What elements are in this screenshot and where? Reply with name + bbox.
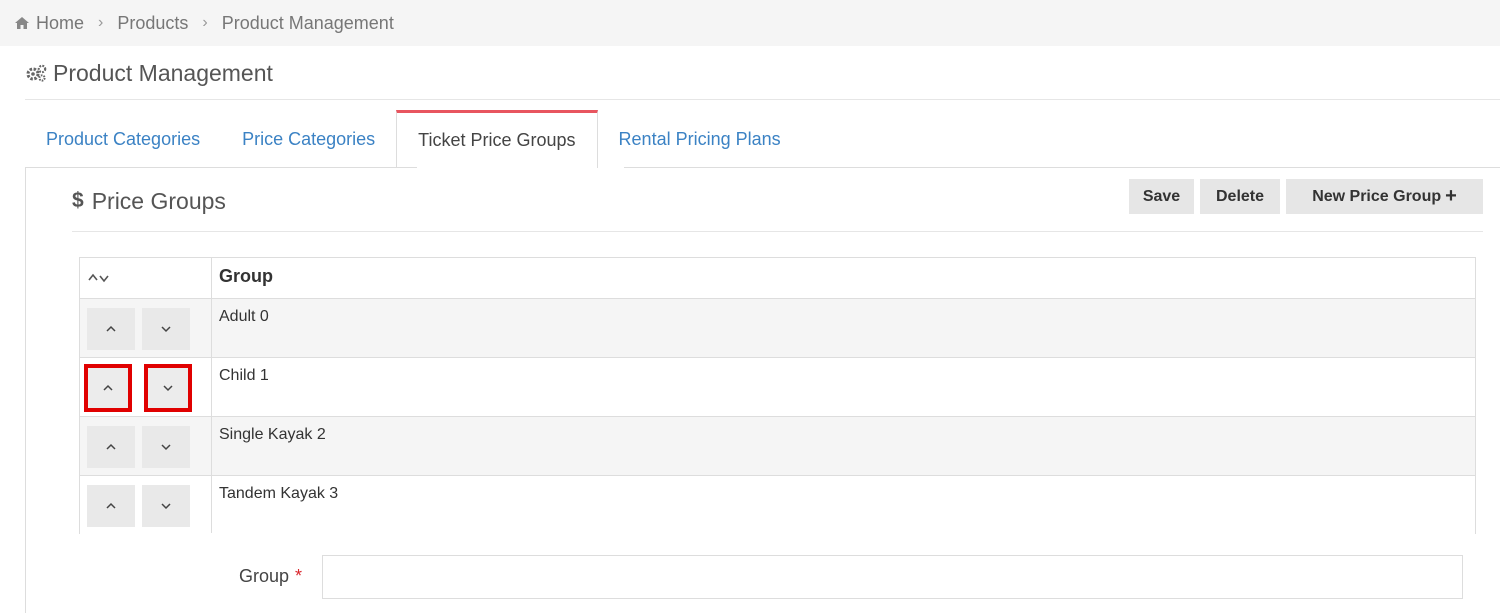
move-down-button[interactable]	[144, 364, 192, 412]
move-down-button[interactable]	[142, 485, 190, 527]
column-divider	[211, 258, 212, 533]
move-up-button[interactable]	[87, 308, 135, 350]
row-group-label: Adult 0	[219, 308, 269, 325]
group-field-label: Group *	[239, 566, 302, 587]
group-input[interactable]	[322, 555, 1463, 599]
move-up-button[interactable]	[84, 364, 132, 412]
chevron-up-icon	[106, 502, 116, 509]
move-down-button[interactable]	[142, 426, 190, 468]
row-group-label: Child 1	[219, 367, 269, 384]
breadcrumb-products-link[interactable]: Products	[117, 13, 188, 34]
table-row[interactable]: Adult 0	[80, 298, 1475, 357]
sort-order-icon[interactable]	[88, 270, 112, 286]
chevron-up-icon	[106, 443, 116, 450]
grid-header: Group	[80, 258, 1475, 298]
delete-button[interactable]: Delete	[1200, 179, 1280, 214]
tab-underline	[624, 167, 1500, 168]
header-divider	[25, 99, 1500, 100]
tab-ticket-price-groups[interactable]: Ticket Price Groups	[396, 110, 598, 168]
new-price-group-label: New Price Group	[1312, 187, 1442, 205]
chevron-up-icon	[103, 384, 113, 391]
page-title: Product Management	[25, 56, 273, 90]
column-header-group[interactable]: Group	[219, 266, 273, 287]
chevron-up-icon	[106, 325, 116, 332]
tab-product-categories[interactable]: Product Categories	[25, 110, 221, 168]
breadcrumb-separator: ›	[98, 14, 104, 31]
breadcrumb-separator: ›	[202, 14, 208, 31]
tab-price-categories[interactable]: Price Categories	[221, 110, 396, 168]
plus-icon: +	[1445, 185, 1457, 207]
breadcrumb-current: Product Management	[221, 12, 394, 33]
gears-icon	[26, 64, 47, 82]
table-row[interactable]: Tandem Kayak 3	[80, 475, 1475, 534]
move-up-button[interactable]	[87, 485, 135, 527]
section-title-text: Price Groups	[91, 187, 226, 214]
section-divider	[72, 231, 1483, 232]
breadcrumb: Home › Products › Product Management	[0, 0, 1500, 46]
page-title-text: Product Management	[53, 59, 273, 86]
breadcrumb-home-link[interactable]: Home	[36, 13, 84, 34]
chevron-down-icon	[163, 385, 173, 392]
chevron-down-icon	[161, 444, 171, 451]
home-icon	[15, 17, 29, 29]
chevron-down-icon	[161, 503, 171, 510]
section-title: $ Price Groups	[72, 184, 226, 218]
group-label-text: Group	[239, 566, 290, 586]
tab-underline	[25, 167, 417, 168]
dollar-icon: $	[72, 189, 84, 212]
row-group-label: Tandem Kayak 3	[219, 485, 339, 502]
chevron-down-icon	[161, 326, 171, 333]
table-row[interactable]: Child 1	[80, 357, 1475, 416]
table-row[interactable]: Single Kayak 2	[80, 416, 1475, 475]
tab-rental-pricing-plans[interactable]: Rental Pricing Plans	[598, 110, 802, 168]
new-price-group-button[interactable]: New Price Group +	[1286, 179, 1483, 214]
panel-border	[25, 167, 26, 613]
tab-bar: Product Categories Price Categories Tick…	[25, 110, 802, 168]
move-down-button[interactable]	[142, 308, 190, 350]
save-button[interactable]: Save	[1129, 179, 1194, 214]
move-up-button[interactable]	[87, 426, 135, 468]
price-groups-grid: Group Adult 0 Child 1 Single Kayak 2 Tan…	[79, 257, 1476, 534]
row-group-label: Single Kayak 2	[219, 426, 326, 443]
required-marker: *	[295, 566, 303, 586]
